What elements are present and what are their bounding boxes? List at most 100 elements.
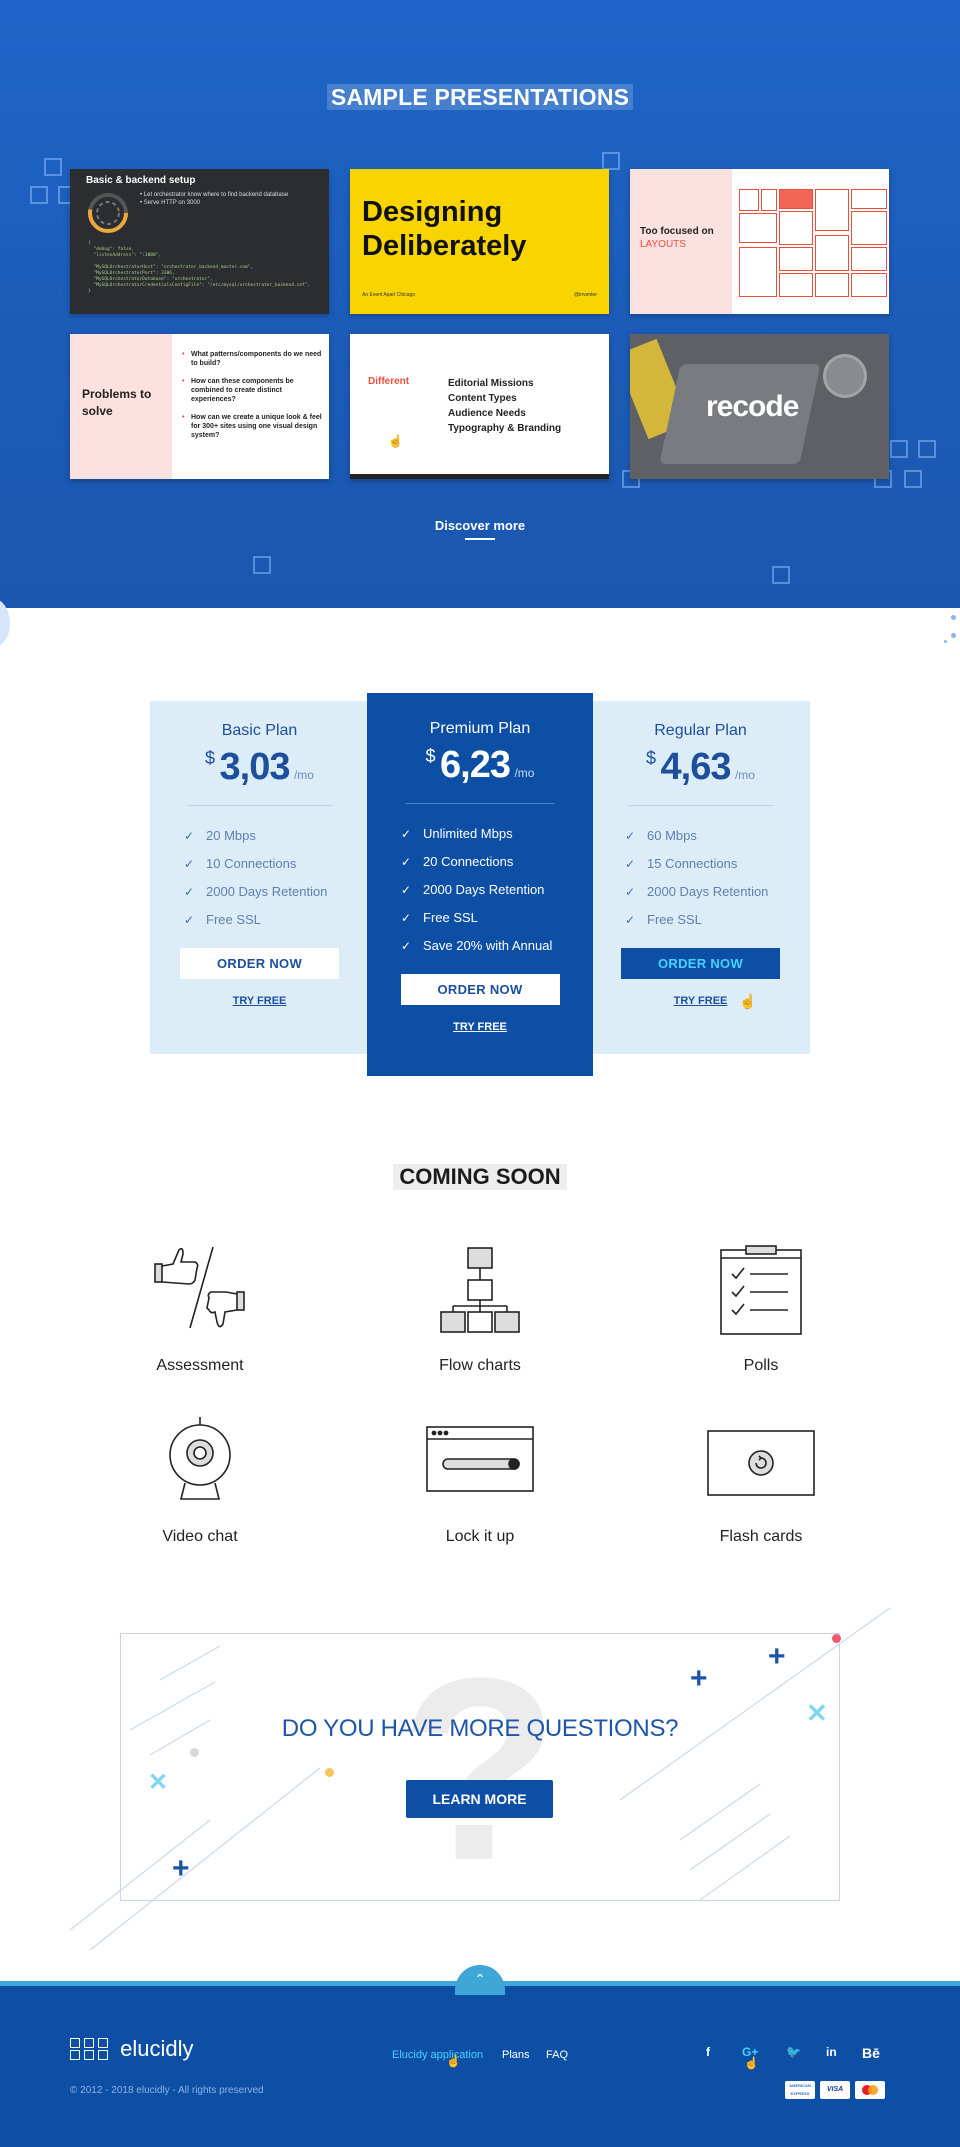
order-now-button[interactable]: ORDER NOW (400, 974, 560, 1005)
hand-cursor-icon: ☝ (446, 2054, 461, 2068)
footer-nav-elucidy-application[interactable]: Elucidy application (392, 2049, 483, 2061)
hand-cursor-icon: ☝ (739, 993, 757, 1009)
flash-card-icon (707, 1430, 815, 1496)
feature-label: Assessment (156, 1357, 244, 1374)
plus-icon: + (690, 1662, 708, 1695)
feature-list: ✓ Unlimited Mbps ✓ 20 Connections ✓ 2000 Da… (367, 820, 593, 960)
feature-flow-charts: Flow charts (380, 1242, 580, 1375)
decorative-dot (190, 1748, 199, 1757)
try-free-link[interactable]: TRY FREE (233, 995, 287, 1007)
decorative-square (602, 152, 620, 170)
feature-label: Flow charts (439, 1357, 521, 1374)
section-title: COMING SOON (0, 1164, 960, 1190)
scroll-to-top-button[interactable]: ⌃ (455, 1965, 505, 1995)
donut-icon (88, 193, 128, 233)
footer-nav-faq[interactable]: FAQ (546, 2049, 568, 2061)
plan-price: $ 3,03 /mo (205, 746, 314, 788)
decorative-square (890, 440, 908, 458)
mastercard-icon (855, 2081, 885, 2099)
presentation-thumbnail[interactable]: Designing Deliberately An Event Apart Ch… (350, 169, 609, 314)
plan-price: $ 4,63 /mo (646, 746, 755, 788)
plan-card-basic: Basic Plan $ 3,03 /mo ✓ 20 Mbps ✓ 10 Conne… (150, 701, 369, 1054)
feature-assessment: Assessment (100, 1242, 300, 1375)
slide-title: Too focused on LAYOUTS (640, 226, 714, 250)
presentation-thumbnail[interactable]: Basic & backend setup • Let orchestrator… (70, 169, 329, 314)
presentation-thumbnail[interactable]: Problems to solve What patterns/componen… (70, 334, 329, 479)
feature-list: ✓ 20 Mbps ✓ 10 Connections ✓ 2000 Days Rete… (150, 822, 369, 934)
flowchart-icon (440, 1247, 520, 1333)
feature-label: Lock it up (445, 1528, 515, 1545)
feature-label: Polls (743, 1357, 779, 1374)
code-block: { "debug": false, "listenAddress": ":300… (88, 241, 311, 294)
questions-box (120, 1633, 840, 1901)
copyright-text: © 2012 - 2018 elucidly - All rights pres… (70, 2085, 264, 2096)
check-icon: ✓ (184, 913, 195, 927)
feature-lock-it-up: Lock it up (380, 1413, 580, 1546)
section-title: SAMPLE PRESENTATIONS (0, 84, 960, 110)
webcam-icon (169, 1417, 231, 1500)
visa-card-icon: VISA (820, 2081, 850, 2099)
decorative-dot (832, 1634, 841, 1643)
check-icon: ✓ (625, 829, 636, 843)
thumbs-up-down-icon (154, 1246, 245, 1329)
slide-footer-right: @inventer (574, 292, 597, 298)
feature-label: Video chat (162, 1528, 238, 1545)
learn-more-button[interactable]: LEARN MORE (406, 1780, 553, 1818)
layout-grid-graphic (739, 189, 889, 299)
check-icon: ✓ (184, 829, 195, 843)
slide-title: recode (706, 390, 799, 423)
feature-flash-cards: Flash cards (661, 1413, 861, 1546)
slide-label: Different (368, 376, 410, 387)
plan-card-premium: Premium Plan $ 6,23 /mo ✓ Unlimited Mbps … (367, 693, 593, 1076)
check-icon: ✓ (625, 885, 636, 899)
slide-footer-left: An Event Apart Chicago (362, 292, 416, 298)
check-icon: ✓ (401, 883, 412, 897)
decorative-square (253, 556, 271, 574)
twitter-icon[interactable]: 🐦 (786, 2045, 801, 2059)
check-icon: ✓ (401, 939, 412, 953)
amex-card-icon: AMERICAN EXPRESS (785, 2081, 815, 2099)
check-icon: ✓ (625, 857, 636, 871)
checklist-icon (720, 1245, 802, 1335)
slide-bullets: • Let orchestrator know where to find ba… (140, 192, 289, 206)
footer (0, 1981, 960, 2147)
behance-icon[interactable]: Bē (862, 2045, 880, 2061)
decorative-square (772, 566, 790, 584)
presentation-thumbnail[interactable]: Too focused on LAYOUTS (630, 169, 889, 314)
decorative-square (44, 158, 62, 176)
facebook-icon[interactable]: f (706, 2045, 710, 2059)
order-now-button[interactable]: ORDER NOW (180, 948, 339, 979)
plan-name: Premium Plan (429, 720, 531, 737)
decorative-square (30, 186, 48, 204)
hand-cursor-icon: ☝ (388, 434, 403, 448)
check-icon: ✓ (625, 913, 636, 927)
order-now-button[interactable]: ORDER NOW (621, 948, 780, 979)
decorative-dot (325, 1768, 334, 1777)
plan-name: Regular Plan (654, 722, 747, 739)
check-icon: ✓ (401, 827, 412, 841)
try-free-link[interactable]: TRY FREE (453, 1021, 507, 1033)
slide-list: What patterns/components do we need to b… (182, 350, 324, 449)
browser-slider-icon (426, 1426, 534, 1492)
feature-label: Flash cards (719, 1528, 803, 1545)
try-free-link[interactable]: TRY FREE (674, 995, 728, 1007)
feature-video-chat: Video chat (100, 1413, 300, 1546)
presentation-thumbnail[interactable]: recode (630, 334, 889, 479)
check-icon: ✓ (401, 855, 412, 869)
check-icon: ✓ (401, 911, 412, 925)
check-icon: ✓ (184, 885, 195, 899)
linkedin-icon[interactable]: in (826, 2045, 837, 2059)
x-mark-icon: ✕ (148, 1769, 169, 1796)
check-icon: ✓ (184, 857, 195, 871)
footer-logo[interactable]: elucidly (70, 2036, 194, 2062)
discover-more-link[interactable]: Discover more (0, 518, 960, 533)
plan-card-regular: Regular Plan $ 4,63 /mo ✓ 60 Mbps ✓ 15 Con… (591, 701, 810, 1054)
discover-underline (465, 538, 495, 540)
slide-title: Problems to solve (82, 387, 152, 418)
footer-nav-plans[interactable]: Plans (502, 2049, 530, 2061)
presentation-thumbnail[interactable]: Different Editorial Missions Content Typ… (350, 334, 609, 479)
decorative-square (904, 470, 922, 488)
slide-title: Designing Deliberately (362, 196, 527, 262)
plan-name: Basic Plan (221, 722, 298, 739)
hand-cursor-icon: ☝ (744, 2056, 759, 2070)
